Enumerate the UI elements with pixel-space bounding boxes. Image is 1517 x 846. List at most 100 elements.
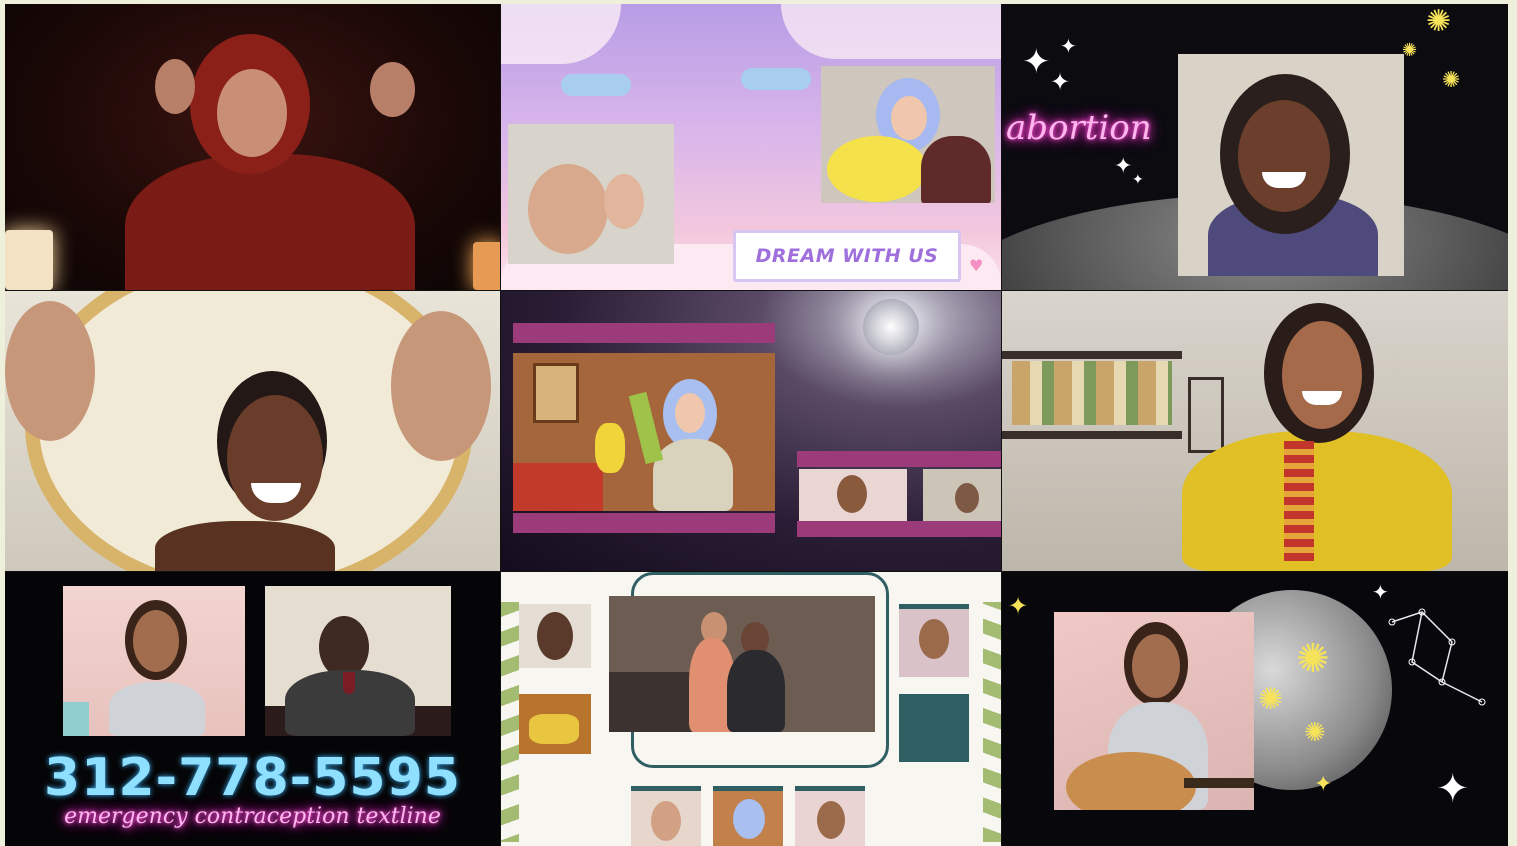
participant-face (919, 619, 949, 659)
video-call-grid: DREAM WITH US ♥ abortion ✦ ✦ ✦ ✦ ✦ ✺ ✺ ✺ (5, 4, 1508, 846)
sun-burst-icon: ✺ (1296, 636, 1330, 682)
performer-face (675, 393, 705, 433)
video-tile-8[interactable] (501, 572, 1001, 846)
participant-face (537, 612, 573, 660)
participant-inset-tl[interactable] (519, 604, 591, 668)
sparkle-icon: ✦ (1008, 592, 1029, 620)
candle-left (5, 230, 53, 290)
cloud (561, 74, 631, 96)
participant-face (319, 616, 369, 678)
participant-inset[interactable] (1178, 54, 1404, 276)
participant-face (1282, 321, 1362, 429)
disco-ball (863, 299, 919, 355)
stage-banner (513, 323, 775, 343)
video-tile-1[interactable] (5, 4, 500, 290)
video-tile-4[interactable] (5, 291, 500, 571)
video-tile-6[interactable] (1002, 291, 1508, 571)
heart-icon: ♥ (969, 256, 984, 275)
participant-inset-left[interactable] (63, 586, 245, 736)
participant-inset-ml[interactable] (519, 694, 591, 754)
raised-hand-left (5, 301, 95, 441)
participant-face (528, 164, 608, 254)
pantry-jars (1012, 361, 1172, 425)
sparkle-icon: ✦ (1060, 34, 1077, 58)
sun-burst-icon: ✺ (1426, 4, 1452, 39)
cloud (741, 68, 811, 90)
sparkle-icon: ✦ (1372, 580, 1389, 604)
raised-hand-left (155, 59, 195, 114)
stage-banner (513, 513, 775, 533)
guitarist-inset[interactable] (1054, 612, 1254, 810)
performer-dress (653, 439, 733, 511)
sun-burst-icon: ✺ (1304, 718, 1326, 748)
blue-wig (733, 799, 765, 839)
participant-body (727, 650, 785, 732)
cloud (781, 4, 1001, 59)
leaf-border (983, 602, 1001, 842)
stage-banner (797, 521, 1001, 537)
banana-plush (827, 136, 927, 202)
sun-burst-icon: ✺ (1258, 682, 1284, 717)
banana-plush (595, 423, 625, 473)
candle-right (473, 242, 500, 290)
necklace (1284, 441, 1314, 561)
participant-inset-small-1[interactable] (799, 469, 907, 521)
main-performer-inset[interactable] (513, 353, 775, 511)
guitar-neck (1184, 778, 1254, 788)
participant-inset-b2[interactable] (713, 786, 783, 846)
participant-face (651, 801, 681, 841)
dream-with-us-badge: DREAM WITH US (733, 230, 961, 282)
empty-video-slot (899, 694, 969, 762)
constellation-icon (1388, 608, 1486, 706)
piano-player (513, 463, 603, 511)
participant-inset-b1[interactable] (631, 786, 701, 846)
participant-inset-right[interactable] (265, 586, 451, 736)
sparkle-icon: ✦ (1132, 172, 1144, 188)
participant-face (837, 475, 867, 513)
sparkle-icon: ✦ (1114, 154, 1133, 179)
participant-face (955, 483, 979, 513)
video-tile-5[interactable] (501, 291, 1001, 571)
participant-body (155, 521, 335, 571)
video-tile-9[interactable]: ✺ ✺ ✺ ✦ ✦ ✦ ✦ (1002, 572, 1508, 846)
participant-yellow-top (1182, 431, 1452, 571)
stage-banner (797, 451, 1001, 467)
main-couple-inset[interactable] (609, 596, 875, 732)
abortion-neon-text: abortion (1006, 108, 1152, 148)
sun-burst-icon: ✺ (1402, 40, 1418, 61)
raised-hand-right (391, 311, 491, 461)
leaf-border (501, 602, 519, 842)
participant-face (217, 69, 287, 157)
waving-hand (604, 174, 644, 229)
striped-chair (63, 702, 89, 736)
sparkle-icon: ✦ (1050, 68, 1071, 96)
participant-inset-left[interactable] (508, 124, 674, 264)
shelf (1002, 431, 1182, 439)
participant-inset-b3[interactable] (795, 786, 865, 846)
participant-face (817, 801, 845, 839)
participant-face (891, 96, 927, 140)
participant-face (133, 610, 179, 672)
shelf (1002, 351, 1182, 359)
textline-caption: emergency contraception textline (64, 804, 441, 829)
video-tile-7[interactable]: 312-778-5595 emergency contraception tex… (5, 572, 500, 846)
raised-hand-right (370, 62, 415, 117)
toy-pile (529, 714, 579, 744)
wall-frame (1188, 377, 1224, 453)
wine-glass (343, 672, 355, 694)
green-glove (628, 391, 664, 465)
participant-inset-right[interactable] (821, 66, 995, 203)
sun-burst-icon: ✺ (1442, 68, 1461, 93)
silver-top (109, 682, 205, 736)
participant-inset-small-2[interactable] (923, 469, 1001, 521)
participant-face (1238, 100, 1330, 212)
patterned-blanket (921, 136, 991, 203)
sparkle-icon: ✦ (1314, 772, 1333, 797)
sparkle-icon: ✦ (1436, 766, 1470, 812)
participant-inset-tr[interactable] (899, 604, 969, 677)
video-tile-3[interactable]: abortion ✦ ✦ ✦ ✦ ✦ ✺ ✺ ✺ (1002, 4, 1508, 290)
phone-number: 312-778-5595 (44, 748, 461, 808)
wall-picture (533, 363, 579, 423)
participant-body (125, 154, 415, 290)
video-tile-2[interactable]: DREAM WITH US ♥ (501, 4, 1001, 290)
